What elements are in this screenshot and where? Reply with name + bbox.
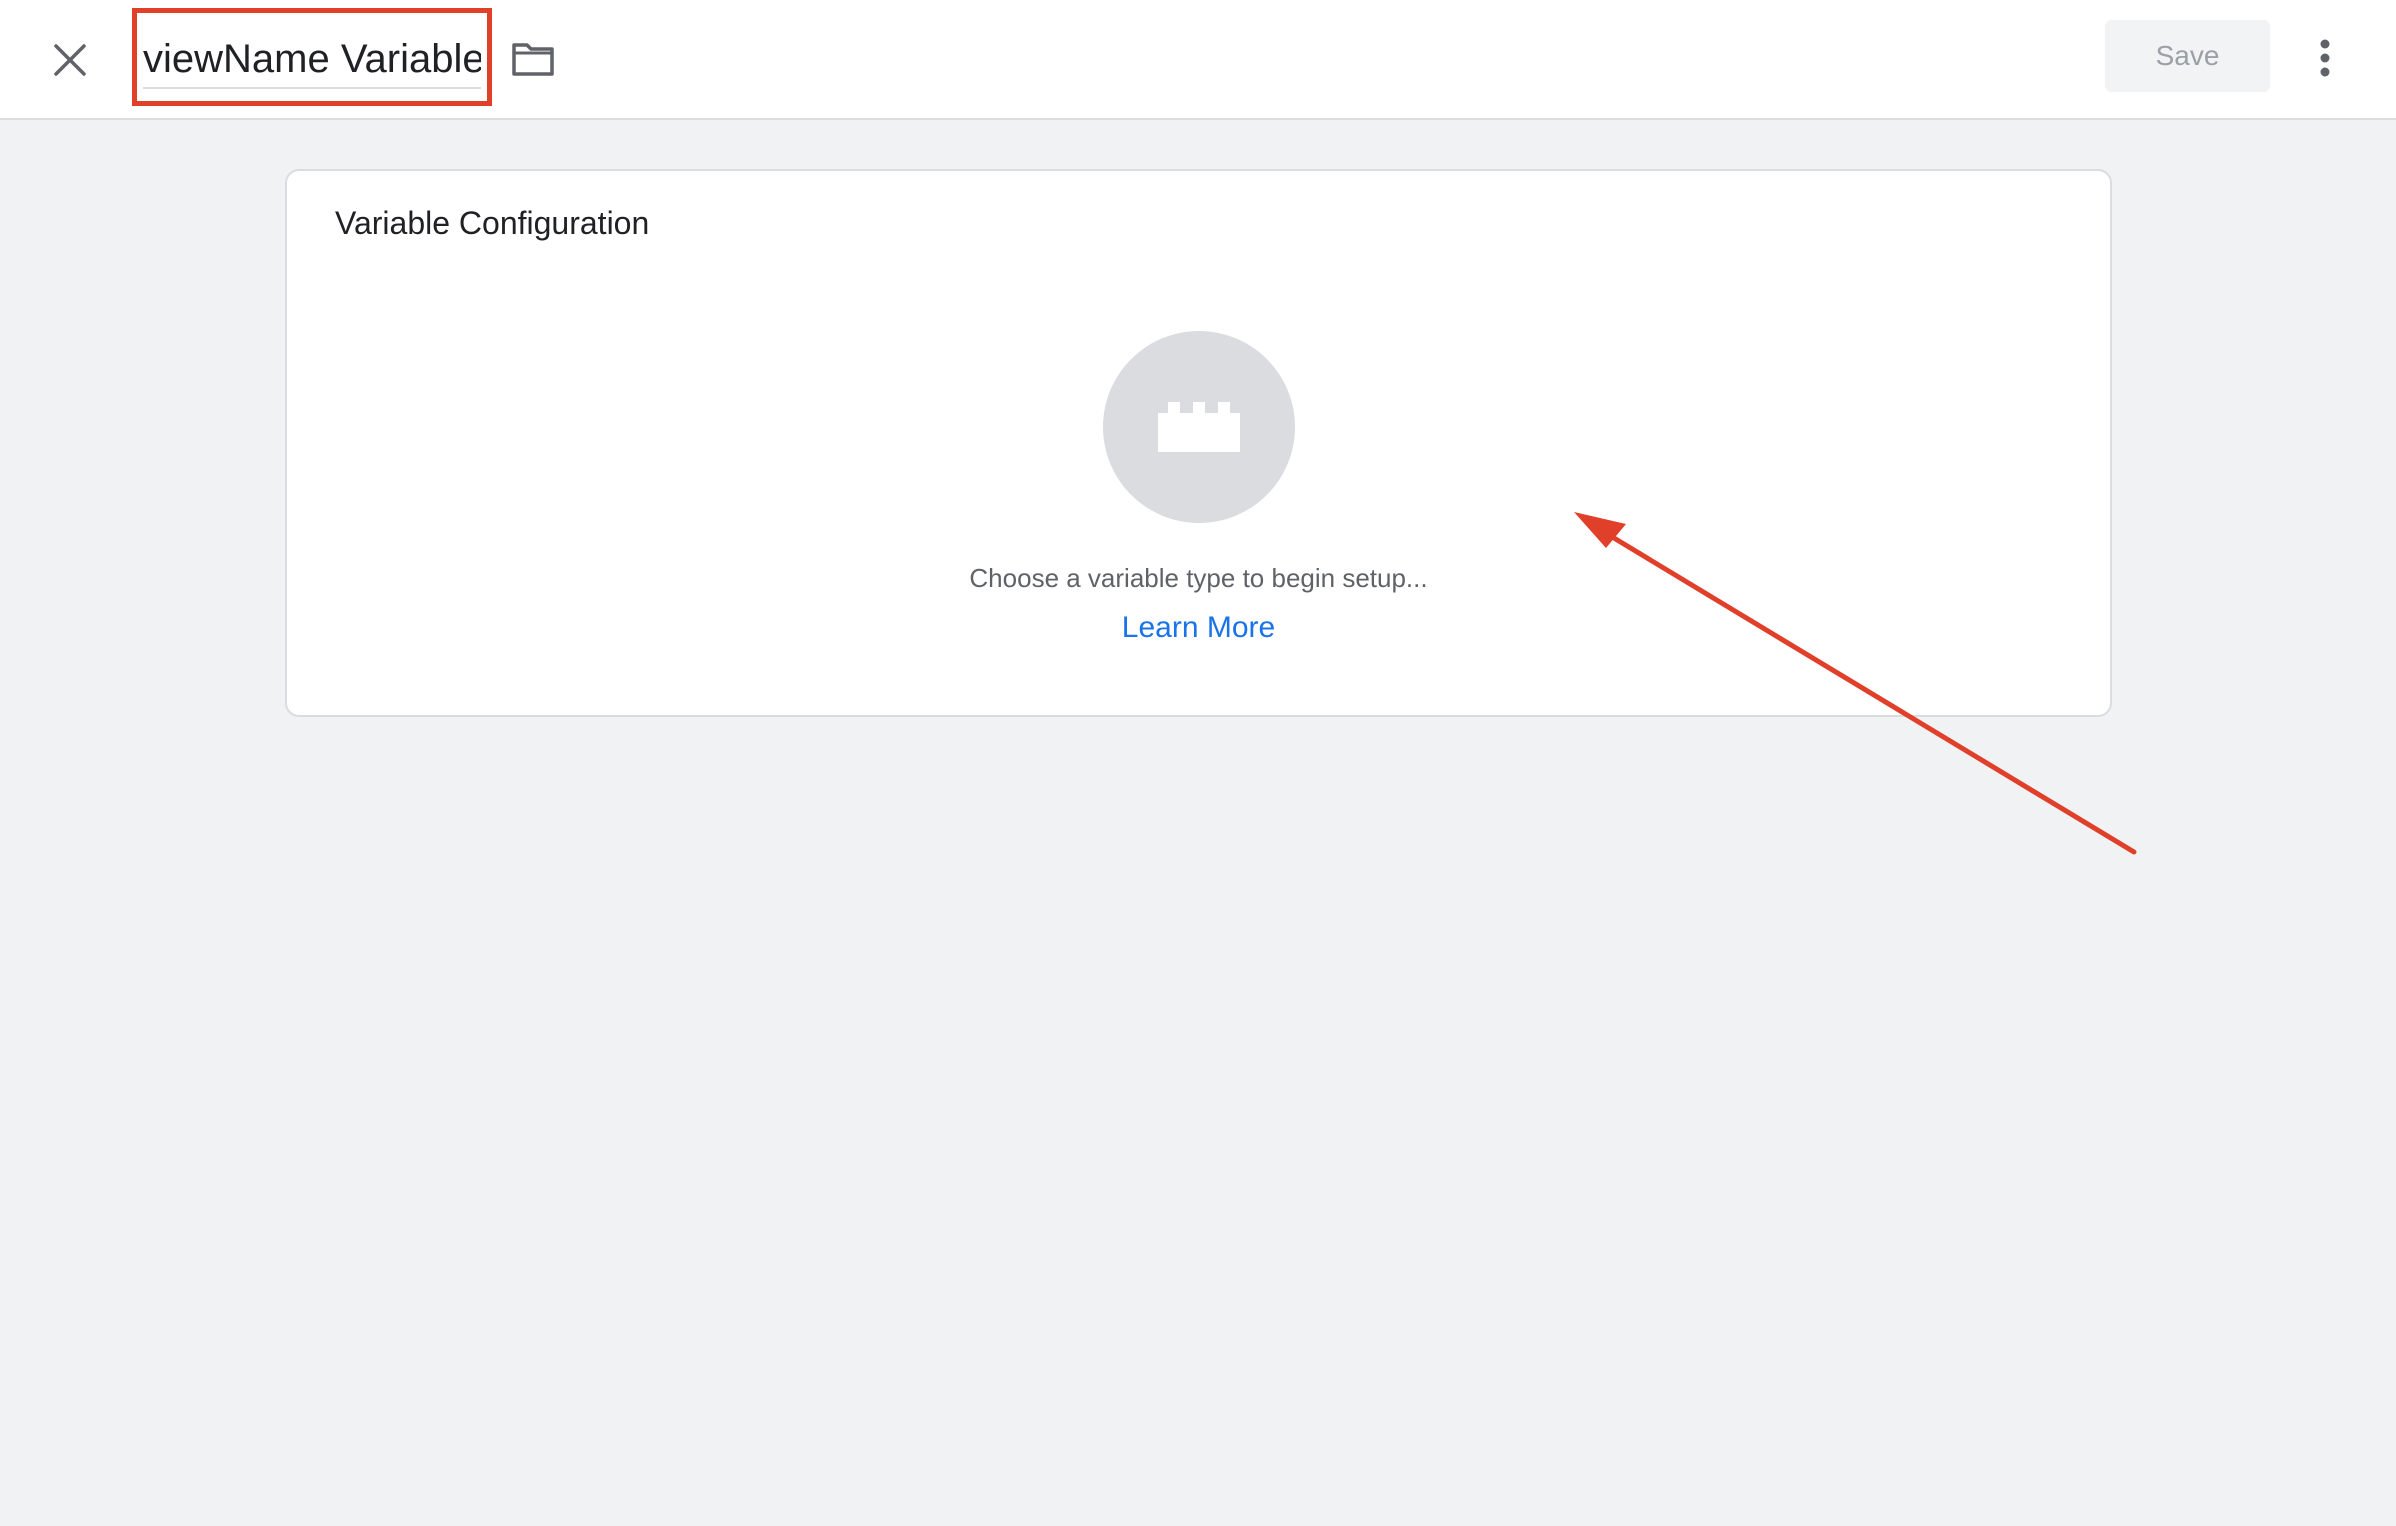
variable-configuration-card: Variable Configuration Choose a variable… [285,169,2112,717]
choose-variable-type-button[interactable] [1103,331,1295,523]
close-icon [54,44,86,76]
variable-name-input[interactable] [143,31,481,89]
variable-editor-page: Save Variable Configuration Choose a var… [0,0,2396,1526]
more-vert-icon [2320,39,2330,77]
brick-icon [1158,402,1240,452]
more-options-button[interactable] [2300,30,2350,86]
close-button[interactable] [40,30,100,90]
top-bar: Save [0,0,2396,120]
title-highlight-box [132,8,492,106]
folder-icon [512,43,554,76]
card-title: Variable Configuration [335,205,650,241]
setup-hint-text: Choose a variable type to begin setup... [969,563,1428,593]
learn-more-link[interactable]: Learn More [287,611,2110,645]
folder-button[interactable] [508,34,558,84]
save-button[interactable]: Save [2105,20,2270,92]
